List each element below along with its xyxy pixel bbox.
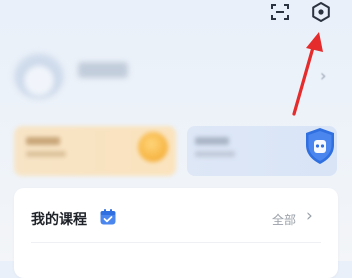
settings-icon[interactable] — [310, 1, 332, 23]
profile-chevron-icon[interactable]: › — [320, 66, 326, 85]
coin-icon — [138, 132, 168, 162]
avatar[interactable] — [14, 53, 64, 99]
profile-screen: › 我的课程 全部 › — [0, 0, 352, 278]
vip-card-subtitle — [26, 151, 66, 157]
shield-badge-icon — [306, 128, 334, 164]
view-all-link[interactable]: 全部 — [272, 211, 296, 228]
my-courses-title: 我的课程 — [31, 212, 87, 228]
divider — [31, 242, 321, 243]
calendar-icon — [100, 209, 116, 225]
study-card-title — [195, 137, 229, 145]
vip-card[interactable] — [14, 126, 176, 176]
vip-card-title — [26, 137, 60, 145]
study-card-subtitle — [195, 151, 235, 157]
my-courses-card: 我的课程 全部 › — [14, 188, 338, 278]
scan-icon[interactable] — [269, 1, 291, 23]
username[interactable] — [78, 62, 128, 78]
chevron-right-icon[interactable]: › — [306, 206, 313, 226]
